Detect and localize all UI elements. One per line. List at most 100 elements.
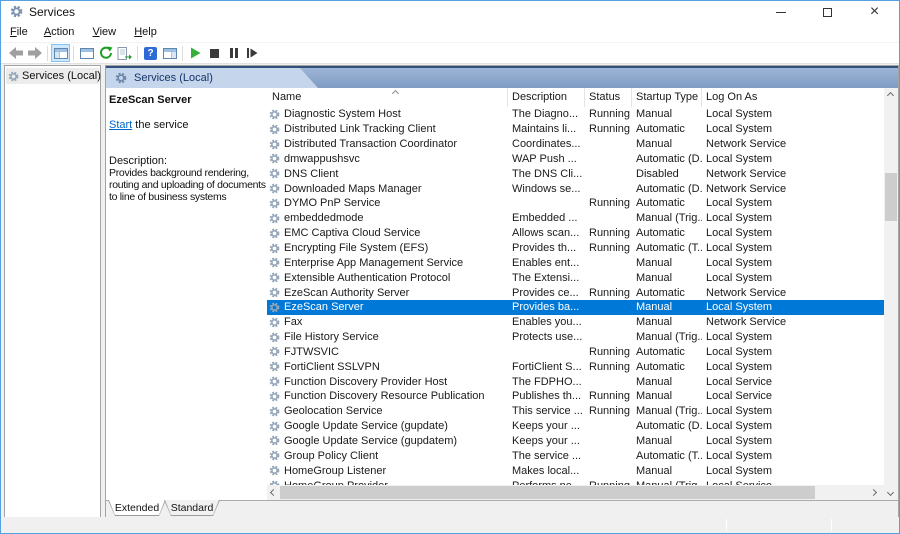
table-row[interactable]: HomeGroup ProviderPerforms ne...RunningM… [267,478,884,485]
vertical-scroll-thumb[interactable] [885,173,897,221]
tab-standard[interactable]: Standard [164,500,220,516]
table-row[interactable]: Enterprise App Management ServiceEnables… [267,255,884,270]
window-title: Services [29,5,75,19]
services-list: Name Description Status Startup Type Log… [267,88,884,500]
service-action-line: Start the service [109,119,188,131]
table-row[interactable]: embeddedmodeEmbedded ...Manual (Trig...L… [267,211,884,226]
column-header-description[interactable]: Description [508,88,585,107]
pause-icon [230,48,238,58]
table-row[interactable]: Encrypting File System (EFS)Provides th.… [267,241,884,256]
service-description-cell: Maintains li... [508,123,585,135]
service-startup-type-cell: Automatic (D... [632,183,702,195]
toolbar-separator [182,46,183,61]
service-startup-type-cell: Manual (Trig... [632,212,702,224]
show-console-tree-button[interactable] [51,44,70,62]
minimize-button[interactable] [758,1,803,23]
table-row[interactable]: EMC Captiva Cloud ServiceAllows scan...R… [267,226,884,241]
menu-action[interactable]: Action [44,23,75,41]
help-button[interactable]: ? [141,44,160,62]
services-view-panel: Services (Local) EzeScan Server Start th… [105,65,899,518]
service-name-cell: Group Policy Client [267,450,508,462]
table-row[interactable]: DYMO PnP ServiceRunningAutomaticLocal Sy… [267,196,884,211]
horizontal-scrollbar[interactable] [267,485,884,500]
console-tree-icon [54,48,68,59]
vertical-scrollbar[interactable] [884,88,898,500]
service-description-cell: The Extensi... [508,272,585,284]
service-log-on-as-cell: Local System [702,123,884,135]
table-row[interactable]: Extensible Authentication ProtocolThe Ex… [267,270,884,285]
service-log-on-as-cell: Network Service [702,287,884,299]
table-row[interactable]: dmwappushsvcWAP Push ...Automatic (D...L… [267,152,884,167]
scroll-down-icon[interactable] [887,489,894,496]
pause-service-button[interactable] [224,44,243,62]
stop-service-button[interactable] [205,44,224,62]
table-row[interactable]: File History ServiceProtects use...Manua… [267,330,884,345]
service-startup-type-cell: Manual [632,465,702,477]
tree-item-services-local[interactable]: Services (Local) [6,68,99,84]
gear-icon [269,124,280,135]
service-log-on-as-cell: Local System [702,301,884,313]
scroll-right-icon[interactable] [870,489,877,496]
table-row[interactable]: FJTWSVICRunningAutomaticLocal System [267,345,884,360]
menu-help[interactable]: Help [134,23,157,41]
table-row[interactable]: FaxEnables you...ManualNetwork Service [267,315,884,330]
service-name-cell: EzeScan Server [267,301,508,313]
show-action-pane-button[interactable] [160,44,179,62]
start-service-link[interactable]: Start [109,119,132,131]
table-row[interactable]: DNS ClientThe DNS Cli...DisabledNetwork … [267,166,884,181]
properties-button[interactable] [77,44,96,62]
export-list-button[interactable] [115,44,134,62]
description-label: Description: [109,155,167,167]
start-service-button[interactable] [186,44,205,62]
table-row[interactable]: Distributed Transaction CoordinatorCoord… [267,137,884,152]
table-row[interactable]: Downloaded Maps ManagerWindows se...Auto… [267,181,884,196]
table-row[interactable]: Diagnostic System HostThe Diagno...Runni… [267,107,884,122]
service-log-on-as-cell: Local System [702,257,884,269]
tab-extended[interactable]: Extended [108,500,166,516]
title-bar[interactable]: Services × [1,1,899,23]
service-status-cell: Running [585,227,632,239]
toolbar-separator [47,46,48,61]
column-header-startup-type[interactable]: Startup Type [632,88,702,107]
table-row[interactable]: FortiClient SSLVPNFortiClient S...Runnin… [267,359,884,374]
gear-icon [269,317,280,328]
column-header-name[interactable]: Name [267,88,508,107]
sort-ascending-icon [392,90,399,97]
scroll-up-icon[interactable] [887,92,894,99]
export-list-icon [117,47,132,60]
column-header-status[interactable]: Status [585,88,632,107]
service-description-cell: Makes local... [508,465,585,477]
services-table-body: Diagnostic System HostThe Diagno...Runni… [267,107,884,485]
service-name-cell: Enterprise App Management Service [267,257,508,269]
table-row[interactable]: Group Policy ClientThe service ...Automa… [267,448,884,463]
table-row[interactable]: Geolocation ServiceThis service ...Runni… [267,404,884,419]
service-description-cell: WAP Push ... [508,153,585,165]
table-row[interactable]: EzeScan Authority ServerProvides ce...Ru… [267,285,884,300]
column-header-log-on-as[interactable]: Log On As [702,88,884,107]
restart-service-button[interactable] [243,44,262,62]
table-row[interactable]: Distributed Link Tracking ClientMaintain… [267,122,884,137]
table-row[interactable]: Function Discovery Resource PublicationP… [267,389,884,404]
table-row[interactable]: Function Discovery Provider HostThe FDPH… [267,374,884,389]
table-row[interactable]: HomeGroup ListenerMakes local...ManualLo… [267,463,884,478]
service-description-cell: Publishes th... [508,390,585,402]
gear-icon [269,183,280,194]
table-row[interactable]: Google Update Service (gupdatem)Keeps yo… [267,434,884,449]
forward-button[interactable] [25,44,44,62]
menu-file[interactable]: File [10,23,28,41]
menu-view[interactable]: View [92,23,116,41]
back-button[interactable] [6,44,25,62]
table-row[interactable]: EzeScan ServerProvides ba...ManualLocal … [267,300,884,315]
close-button[interactable]: × [852,1,897,23]
horizontal-scroll-thumb[interactable] [280,486,815,499]
gear-icon [269,435,280,446]
service-startup-type-cell: Disabled [632,168,702,180]
refresh-button[interactable] [96,44,115,62]
scroll-left-icon[interactable] [270,489,277,496]
maximize-button[interactable] [805,1,850,23]
service-name-cell: Fax [267,316,508,328]
service-description-cell: Protects use... [508,331,585,343]
table-row[interactable]: Google Update Service (gupdate)Keeps you… [267,419,884,434]
service-log-on-as-cell: Local Service [702,390,884,402]
service-description-cell: This service ... [508,405,585,417]
